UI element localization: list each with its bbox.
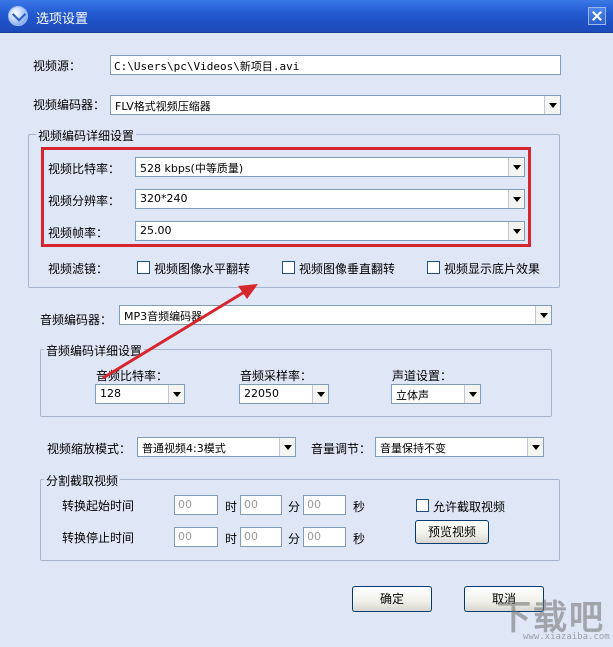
allow-split-label: 允许截取视频 [433,500,506,514]
stop-second-input[interactable]: 00 [303,527,346,547]
start-minute-input[interactable]: 00 [240,495,282,515]
stop-hour-input[interactable]: 00 [174,527,218,547]
preview-video-button[interactable]: 预览视频 [415,520,489,544]
volume-label: 音量调节： [311,442,372,456]
ok-button[interactable]: 确定 [352,586,432,612]
scale-mode-value: 普通视频4:3模式 [142,442,226,455]
unit-second-label: 秒 [353,532,366,546]
start-second-input[interactable]: 00 [303,495,346,515]
stop-time-label: 转换停止时间 [62,531,135,545]
allow-split-checkbox[interactable] [416,499,429,512]
chevron-down-icon[interactable] [279,438,295,456]
scale-mode-label: 视频缩放模式： [47,442,132,456]
unit-minute-label: 分 [288,532,301,546]
start-time-label: 转换起始时间 [62,499,135,513]
stop-minute-input[interactable]: 00 [240,527,282,547]
unit-minute-label: 分 [288,500,301,514]
unit-second-label: 秒 [353,500,366,514]
unit-hour-label: 时 [225,500,238,514]
unit-hour-label: 时 [225,532,238,546]
scale-mode-select[interactable]: 普通视频4:3模式 [137,437,296,457]
start-hour-input[interactable]: 00 [174,495,218,515]
split-group-title: 分割截取视频 [44,472,121,489]
chevron-down-icon[interactable] [527,438,543,456]
watermark-url: www.xiazaiba.com [523,632,610,642]
volume-select[interactable]: 音量保持不变 [375,437,544,457]
volume-value: 音量保持不变 [380,442,446,455]
